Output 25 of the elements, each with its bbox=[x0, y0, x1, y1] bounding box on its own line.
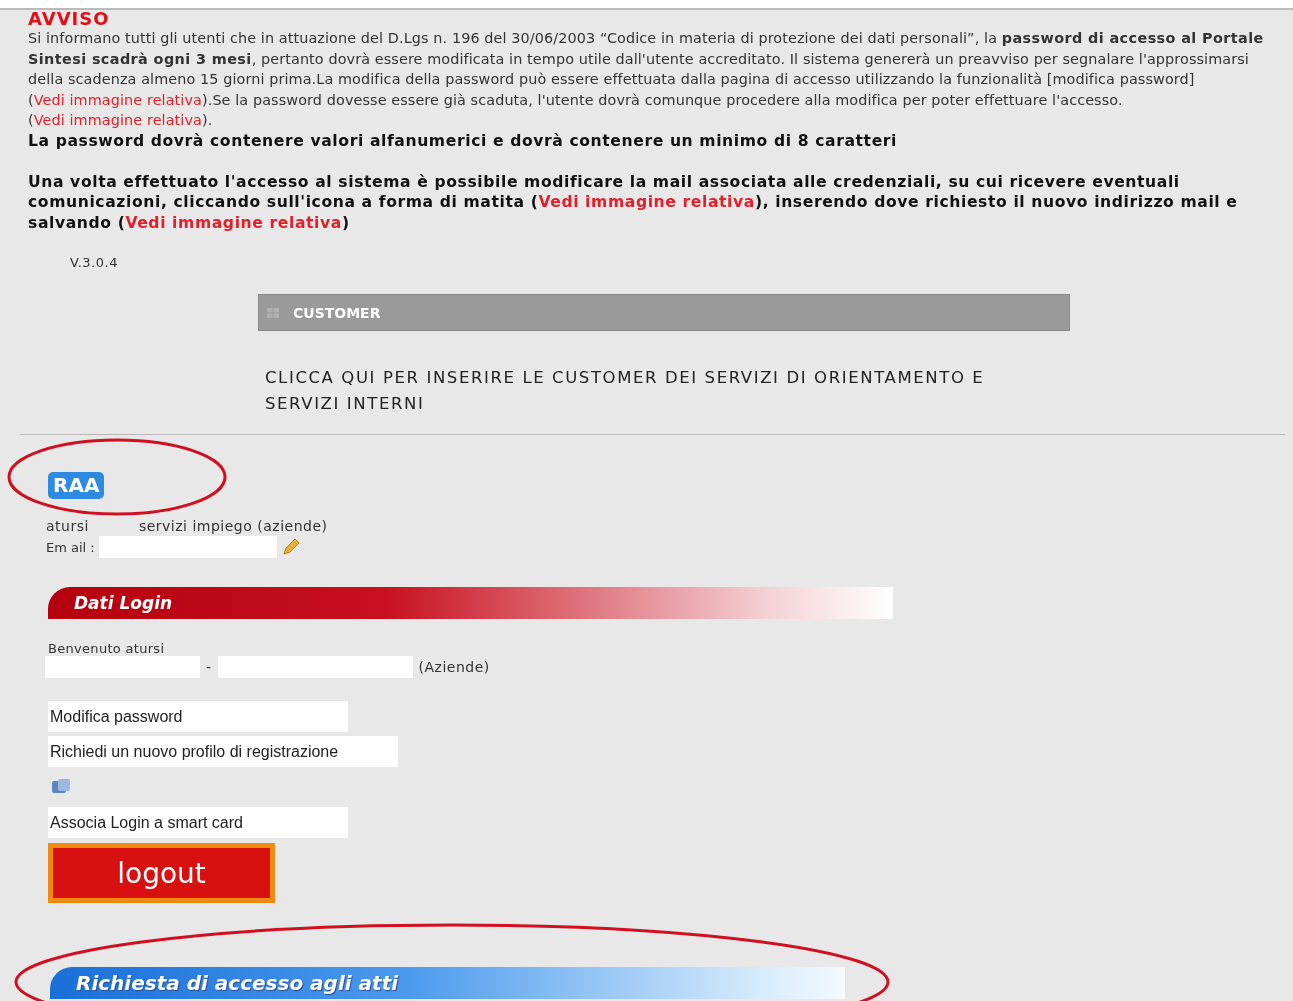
raa-badge: RAA bbox=[48, 472, 105, 499]
image-link[interactable]: Vedi immagine relativa bbox=[125, 213, 342, 232]
customer-header: CUSTOMER bbox=[258, 294, 1070, 331]
logout-button[interactable]: logout bbox=[48, 843, 275, 903]
menu-link[interactable]: Richiedi un nuovo profilo di registrazione bbox=[48, 736, 399, 767]
separator-text: - bbox=[206, 659, 212, 675]
email-label: Em ail : bbox=[46, 539, 95, 555]
welcome-text: Benvenuto atursi bbox=[48, 641, 166, 656]
menu-link[interactable]: Associa Login a smart card bbox=[48, 807, 348, 838]
company-label: (Aziende) bbox=[418, 659, 490, 675]
customer-link[interactable]: CLICCA QUI PER INSERIRE LE CUSTOMER DEI SERVIZI DI ORIENTAMENTO E SERVIZI INTERNI bbox=[265, 365, 1065, 417]
image-link[interactable]: Vedi immagine relativa bbox=[33, 112, 202, 128]
pencil-icon[interactable] bbox=[280, 537, 301, 557]
user-text: servizi impiego (aziende) bbox=[138, 518, 328, 534]
notice-title: AVVISO bbox=[28, 10, 111, 28]
notice-text: Una volta effettuato l'accesso al sistema è possibile modificare la mail associata alle credenziali, su cui ricevere eventuali comunicazioni, cliccando sull'icona a forma di matita (Vedi immagine relativa), inserendo dove richiesto il nuovo indirizzo mail e salvando (Vedi immagine relativa) bbox=[28, 171, 1239, 233]
section-header: Dati Login bbox=[48, 587, 893, 619]
image-link[interactable]: Vedi immagine relativa bbox=[33, 91, 202, 108]
menu-link[interactable]: Modifica password bbox=[48, 701, 348, 732]
user-text: atursi bbox=[46, 518, 89, 534]
image-link[interactable]: Vedi immagine relativa bbox=[538, 193, 755, 211]
notice-text: Si informano tutti gli utenti che in attuazione del D.Lgs n. 196 del 30/06/2003 “Codice in materia di protezione dei dati personali”, la password di accesso al Portale Sintesi scadrà ogni 3 mesi, pertanto dovrà essere modificata in tempo utile dall'utente accreditato. Il sistema genererà un preavviso per segnalare l'approssimarsi della scadenza almeno 15 giorni prima.La modifica della password può essere effettuata dalla pagina di accesso utilizzando la funzionalità [modifica password] (Vedi immagine relativa).Se la password dovesse essere già scaduta, l'utente dovrà comunque procedere alla modifica per poter effettuare l'accesso. (Vedi immagine relativa). bbox=[28, 29, 1265, 130]
notice-text: La password dovrà contenere valori alfanumerici e dovrà contenere un minimo di 8 caratteri bbox=[28, 130, 899, 151]
version-label: V.3.0.4 bbox=[70, 255, 119, 271]
section-header: Richiesta di accesso agli atti bbox=[50, 967, 845, 999]
